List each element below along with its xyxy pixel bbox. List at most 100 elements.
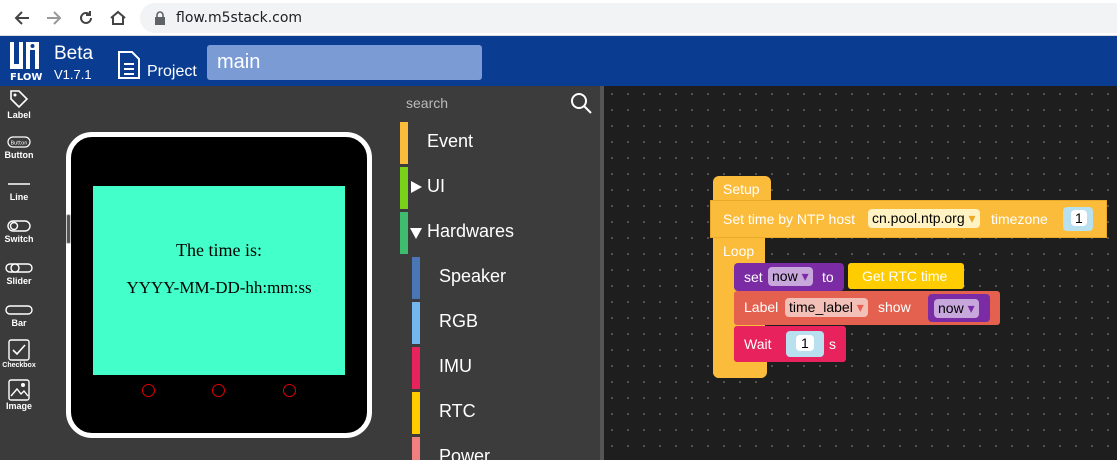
- tool-switch[interactable]: Switch: [0, 218, 38, 258]
- category-ui[interactable]: UI: [400, 165, 600, 209]
- screen-label-2[interactable]: YYYY-MM-DD-hh:mm:ss: [93, 278, 345, 298]
- lock-icon: [155, 11, 165, 25]
- hardware-button-b: [212, 384, 225, 397]
- show-var-dropdown[interactable]: now ▾: [934, 299, 979, 318]
- dropdown-arrow-icon: ▾: [801, 268, 809, 284]
- subcategory-rtc[interactable]: RTC: [400, 390, 600, 434]
- collapse-triangle-icon[interactable]: [410, 228, 422, 239]
- browser-toolbar: flow.m5stack.com: [0, 0, 1117, 36]
- category-color-bar: [400, 212, 408, 254]
- tool-bar-text: Bar: [11, 318, 27, 328]
- wait-value[interactable]: 1: [796, 335, 814, 351]
- subcategory-speaker-label: Speaker: [439, 266, 507, 286]
- timezone-value[interactable]: 1: [1071, 210, 1087, 226]
- forward-arrow-icon[interactable]: [42, 6, 66, 30]
- loop-block-bottom: [713, 362, 767, 378]
- tool-line[interactable]: Line: [0, 176, 38, 216]
- hardware-button-a: [142, 384, 155, 397]
- screen-label-1[interactable]: The time is:: [93, 240, 345, 261]
- tool-button[interactable]: Button Button: [0, 134, 38, 174]
- dropdown-arrow-icon: ▾: [856, 299, 864, 315]
- reload-icon[interactable]: [74, 6, 98, 30]
- tool-button-text: Button: [4, 150, 34, 160]
- subcategory-rtc-label: RTC: [439, 401, 476, 421]
- switch-icon: [7, 220, 31, 232]
- category-event-label: Event: [427, 131, 474, 151]
- label-dropdown[interactable]: time_label ▾: [785, 298, 868, 317]
- search-icon[interactable]: [570, 92, 592, 114]
- subcategory-power[interactable]: Power: [400, 435, 600, 460]
- project-label[interactable]: Project: [147, 63, 197, 81]
- wait-unit: s: [829, 336, 836, 352]
- tool-checkbox[interactable]: Checkbox: [0, 338, 38, 378]
- svg-text:Button: Button: [11, 141, 28, 147]
- checkbox-icon: [8, 339, 30, 361]
- subcategory-power-label: Power: [439, 446, 491, 460]
- subcategory-color-bar: [412, 302, 420, 344]
- category-color-bar: [400, 167, 408, 209]
- beta-label: Beta: [54, 43, 94, 64]
- wait-block[interactable]: Wait 1 s: [734, 326, 846, 362]
- tool-slider[interactable]: Slider: [0, 260, 38, 300]
- subcategory-color-bar: [412, 437, 420, 460]
- expand-triangle-icon[interactable]: [411, 181, 422, 193]
- tool-label[interactable]: Label: [0, 88, 38, 128]
- line-icon: [8, 183, 30, 185]
- category-event[interactable]: Event: [400, 120, 600, 164]
- category-hardwares[interactable]: Hardwares: [400, 210, 600, 254]
- loop-label: Loop: [723, 243, 755, 259]
- search-input[interactable]: [406, 91, 566, 115]
- device-screen[interactable]: The time is: YYYY-MM-DD-hh:mm:ss: [93, 186, 345, 375]
- back-arrow-icon[interactable]: [10, 6, 34, 30]
- wait-number-block[interactable]: 1: [786, 331, 824, 357]
- hardware-button-c: [283, 384, 296, 397]
- tool-label-text: Label: [7, 110, 31, 120]
- home-icon[interactable]: [106, 6, 130, 30]
- subcategory-rgb[interactable]: RGB: [400, 300, 600, 344]
- tool-checkbox-text: Checkbox: [2, 362, 36, 369]
- set-variable-block[interactable]: set now ▾ to: [734, 263, 844, 291]
- subcategory-imu[interactable]: IMU: [400, 345, 600, 389]
- ui-components-toolbar: Label Button Button Line Switch Slider B…: [0, 86, 38, 460]
- setup-block[interactable]: Setup: [713, 176, 771, 202]
- to-label: to: [822, 269, 834, 285]
- address-bar[interactable]: flow.m5stack.com: [140, 3, 1117, 33]
- tool-switch-text: Switch: [4, 234, 34, 244]
- palette-search: [400, 86, 600, 120]
- tool-bar[interactable]: Bar: [0, 302, 38, 342]
- document-icon[interactable]: [116, 50, 142, 80]
- ntp-label: Set time by NTP host: [723, 211, 856, 227]
- tag-icon: [10, 90, 29, 109]
- show-var-value: now: [938, 300, 964, 316]
- subcategory-rgb-label: RGB: [439, 311, 479, 331]
- app-header: FLOW Beta V1.7.1 Project main: [0, 36, 1117, 86]
- tool-image-text: Image: [5, 401, 32, 411]
- dropdown-arrow-icon: ▾: [968, 210, 976, 226]
- show-label: show: [878, 299, 911, 315]
- subcategory-speaker[interactable]: Speaker: [400, 255, 600, 299]
- wait-label: Wait: [744, 336, 772, 352]
- ntp-host-value: cn.pool.ntp.org: [872, 210, 965, 226]
- slider-icon: [5, 263, 33, 273]
- label-label: Label: [744, 299, 779, 315]
- version-label: V1.7.1: [54, 67, 92, 82]
- label-var-value: time_label: [789, 299, 853, 315]
- uiflow-logo: FLOW: [10, 42, 42, 82]
- ntp-host-dropdown[interactable]: cn.pool.ntp.org ▾: [868, 209, 980, 228]
- tool-image[interactable]: Image: [0, 379, 38, 419]
- timezone-label: timezone: [991, 211, 1048, 227]
- tool-line-text: Line: [9, 192, 29, 202]
- subcategory-color-bar: [412, 392, 420, 434]
- category-ui-label: UI: [427, 176, 445, 196]
- subcategory-color-bar: [412, 257, 420, 299]
- timezone-number-block[interactable]: 1: [1063, 207, 1093, 231]
- device-side-button: [66, 214, 71, 244]
- project-name-field[interactable]: main: [207, 45, 482, 80]
- category-hardwares-label: Hardwares: [427, 221, 515, 241]
- variable-dropdown[interactable]: now ▾: [768, 267, 813, 286]
- ntp-block[interactable]: Set time by NTP host cn.pool.ntp.org ▾ t…: [710, 200, 1107, 238]
- label-show-block[interactable]: Label time_label ▾ show now ▾: [734, 291, 1000, 325]
- get-variable-block[interactable]: now ▾: [928, 294, 990, 322]
- set-label: set: [744, 269, 763, 285]
- get-rtc-time-block[interactable]: Get RTC time: [848, 263, 964, 289]
